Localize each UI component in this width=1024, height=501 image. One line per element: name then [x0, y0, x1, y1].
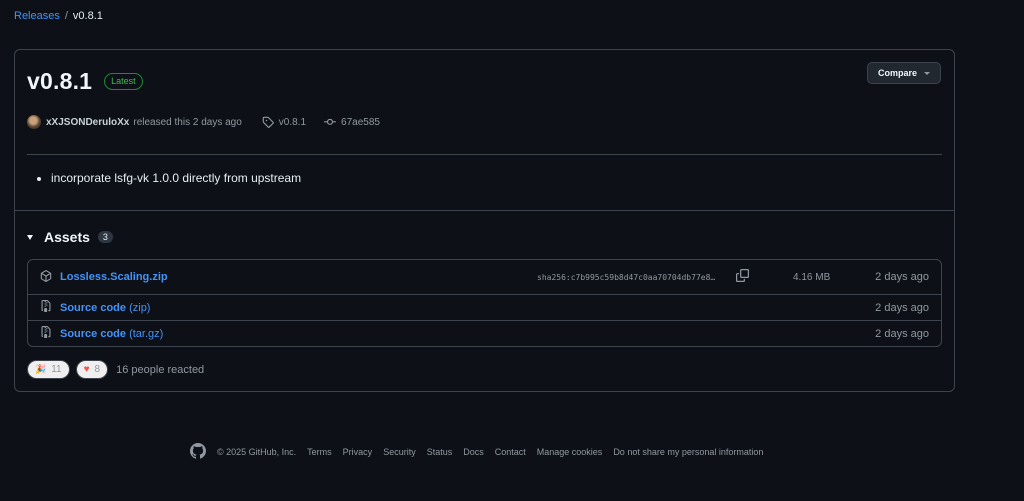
asset-row: Source code (tar.gz) 2 days ago [28, 320, 941, 346]
source-code-zip-link[interactable]: Source code (zip) [60, 302, 150, 314]
tada-icon: 🎉 [35, 364, 47, 374]
footer-link-privacy[interactable]: Privacy [343, 447, 373, 457]
commit-label: 67ae585 [341, 116, 380, 128]
release-meta: xXJSONDeruloXx released this 2 days ago … [27, 115, 380, 129]
reactions-bar: 🎉 11 ♥ 8 16 people reacted [27, 360, 204, 379]
breadcrumb-current: v0.8.1 [72, 10, 103, 22]
asset-size: 4.16 MB [793, 271, 831, 283]
asset-date: 2 days ago [875, 271, 929, 283]
github-logo-icon[interactable] [190, 443, 206, 461]
release-card: v0.8.1 Latest Compare xXJSONDeruloXx rel… [14, 49, 955, 392]
reaction-count: 11 [51, 364, 62, 375]
asset-row: Source code (zip) 2 days ago [28, 294, 941, 320]
reactions-summary: 16 people reacted [116, 363, 205, 376]
footer: © 2025 GitHub, Inc. Terms Privacy Securi… [190, 443, 763, 461]
commit-link[interactable]: 67ae585 [324, 116, 380, 128]
breadcrumb-separator: / [64, 10, 68, 22]
assets-toggle[interactable]: Assets 3 [27, 229, 113, 245]
asset-row: Lossless.Scaling.zip sha256:c7b995c59b8d… [28, 260, 941, 294]
assets-list: Lossless.Scaling.zip sha256:c7b995c59b8d… [27, 259, 942, 347]
release-notes: incorporate lsfg-vk 1.0.0 directly from … [51, 171, 301, 185]
latest-badge: Latest [104, 73, 143, 90]
asset-name-label: Source code [60, 301, 127, 314]
author-link[interactable]: xXJSONDeruloXx [46, 117, 129, 128]
reaction-tada-button[interactable]: 🎉 11 [27, 360, 70, 379]
tag-link[interactable]: v0.8.1 [262, 116, 306, 128]
source-code-targz-link[interactable]: Source code (tar.gz) [60, 328, 163, 340]
triangle-down-icon [27, 234, 33, 240]
release-title[interactable]: v0.8.1 [27, 68, 92, 95]
breadcrumb: Releases / v0.8.1 [14, 10, 103, 22]
avatar[interactable] [27, 115, 41, 129]
asset-date: 2 days ago [875, 301, 929, 314]
footer-link-manage-cookies[interactable]: Manage cookies [537, 447, 603, 457]
footer-link-docs[interactable]: Docs [463, 447, 484, 457]
asset-name-label: Source code [60, 327, 127, 340]
asset-date: 2 days ago [875, 327, 929, 340]
assets-title: Assets [44, 229, 90, 245]
footer-link-terms[interactable]: Terms [307, 447, 332, 457]
compare-button[interactable]: Compare [867, 62, 941, 84]
asset-name-suffix: (zip) [126, 301, 151, 314]
asset-download-link[interactable]: Lossless.Scaling.zip [60, 271, 168, 283]
copy-icon[interactable] [736, 269, 749, 285]
footer-link-security[interactable]: Security [383, 447, 416, 457]
triangle-down-icon [924, 71, 930, 75]
footer-link-do-not-share[interactable]: Do not share my personal information [613, 447, 763, 457]
compare-button-label: Compare [877, 68, 917, 78]
file-zip-icon [40, 326, 52, 341]
package-icon [40, 269, 52, 285]
divider [15, 210, 954, 211]
divider [27, 154, 942, 155]
reaction-heart-button[interactable]: ♥ 8 [75, 360, 109, 379]
git-commit-icon [324, 116, 337, 128]
reaction-count: 8 [94, 364, 101, 375]
assets-count-badge: 3 [97, 231, 113, 243]
tag-icon [262, 116, 274, 128]
footer-link-status[interactable]: Status [427, 447, 453, 457]
asset-name-suffix: (tar.gz) [126, 327, 164, 340]
file-zip-icon [40, 300, 52, 315]
release-note-item: incorporate lsfg-vk 1.0.0 directly from … [51, 171, 301, 185]
released-text: released this 2 days ago [133, 116, 242, 128]
footer-link-contact[interactable]: Contact [495, 447, 526, 457]
release-header: v0.8.1 Latest [27, 68, 143, 95]
footer-copyright: © 2025 GitHub, Inc. [217, 447, 297, 457]
breadcrumb-releases-link[interactable]: Releases [14, 10, 60, 22]
tag-label: v0.8.1 [278, 116, 307, 128]
asset-sha256: sha256:c7b995c59b8d47c0aa70704db77e8… [537, 272, 716, 282]
heart-icon: ♥ [83, 364, 90, 375]
